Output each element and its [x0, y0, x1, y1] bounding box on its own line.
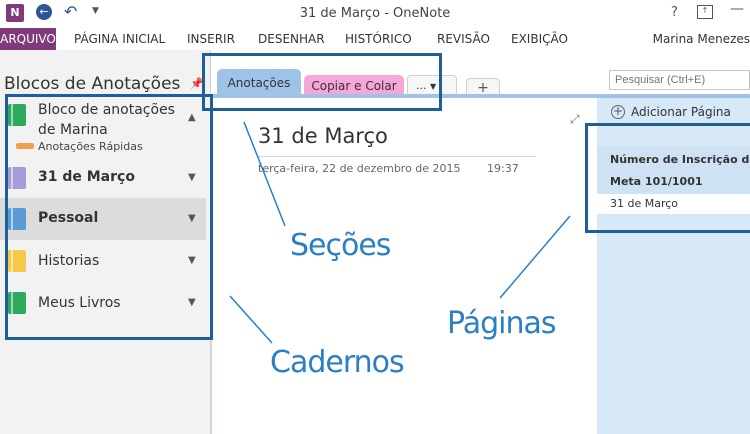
tab-historico[interactable]: HISTÓRICO — [345, 28, 412, 50]
annotation-box-pages — [585, 123, 750, 233]
tab-exibicao[interactable]: EXIBIÇÃO — [511, 28, 568, 50]
annotation-label-notebooks: Cadernos — [270, 345, 405, 380]
page-date: terça-feira, 22 de dezembro de 2015 — [258, 162, 461, 175]
page-title-divider — [258, 156, 536, 157]
page-title[interactable]: 31 de Março — [258, 124, 388, 148]
annotation-box-sections — [202, 53, 442, 111]
add-page-icon[interactable]: + — [611, 105, 625, 119]
window-title: 31 de Março - OneNote — [299, 6, 451, 21]
tab-revisao[interactable]: REVISÃO — [437, 28, 490, 50]
page-time: 19:37 — [487, 162, 519, 175]
tab-arquivo[interactable]: ARQUIVO — [0, 28, 56, 50]
tab-desenhar[interactable]: DESENHAR — [258, 28, 325, 50]
tab-inserir[interactable]: INSERIR — [187, 28, 235, 50]
help-icon[interactable]: ? — [671, 5, 678, 20]
tab-pagina-inicial[interactable]: PÁGINA INICIAL — [74, 28, 165, 50]
notebook-pane-title: Blocos de Anotações — [4, 74, 181, 94]
annotation-box-notebooks — [5, 94, 213, 340]
search-input[interactable] — [609, 70, 750, 90]
ribbon-display-options-icon[interactable]: ↑ — [697, 5, 713, 19]
add-page-button[interactable]: Adicionar Página — [631, 105, 731, 119]
user-name[interactable]: Marina Menezes — [653, 28, 750, 50]
minimize-icon[interactable]: — — [730, 1, 744, 17]
expand-icon[interactable]: ⤢ — [570, 112, 580, 127]
annotation-label-pages: Páginas — [447, 306, 557, 341]
annotation-label-sections: Seções — [290, 228, 391, 263]
page-canvas[interactable] — [211, 98, 598, 434]
